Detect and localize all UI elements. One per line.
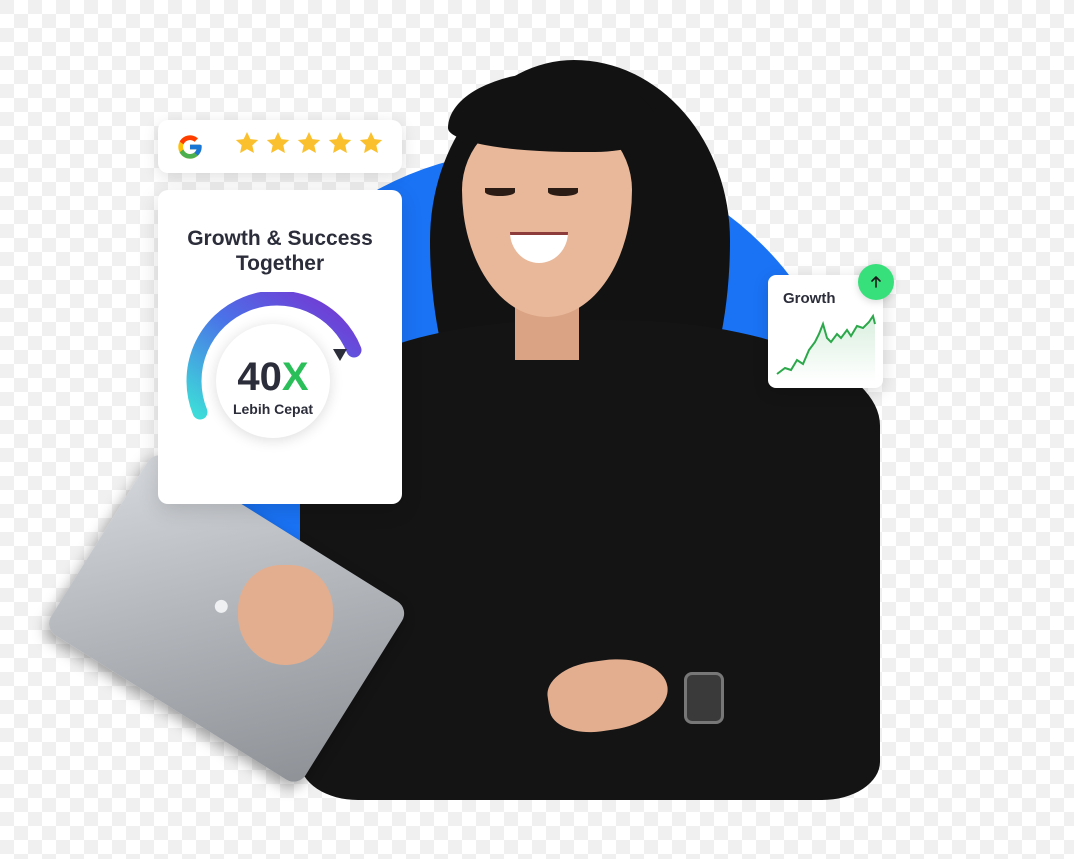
google-g-icon <box>178 135 202 159</box>
star-icon <box>297 131 321 153</box>
value-number: 40 <box>237 355 282 399</box>
gauge-pointer-icon <box>333 349 347 361</box>
arrow-up-icon <box>871 276 881 288</box>
left-eye <box>485 188 515 196</box>
growth-up-badge <box>858 264 894 300</box>
value-suffix: X <box>281 355 309 399</box>
gauge-caption: Lebih Cepat <box>232 401 314 417</box>
card-title: Growth & Success Together <box>158 226 402 276</box>
star-icon <box>235 131 259 153</box>
right-eye <box>548 188 578 196</box>
hand-holding-laptop <box>238 565 333 665</box>
star-icon <box>359 131 383 153</box>
star-icon <box>266 131 290 153</box>
laptop-logo-icon: ● <box>205 586 239 625</box>
card-title-line2: Together <box>235 252 325 275</box>
wristwatch <box>684 672 724 724</box>
card-title-line1: Growth & Success <box>187 227 373 250</box>
star-icon <box>328 131 352 153</box>
five-star-rating <box>234 130 384 156</box>
gauge-value: 40X <box>216 354 330 400</box>
growth-chart-title: Growth <box>783 290 836 307</box>
growth-line-chart <box>776 313 876 382</box>
